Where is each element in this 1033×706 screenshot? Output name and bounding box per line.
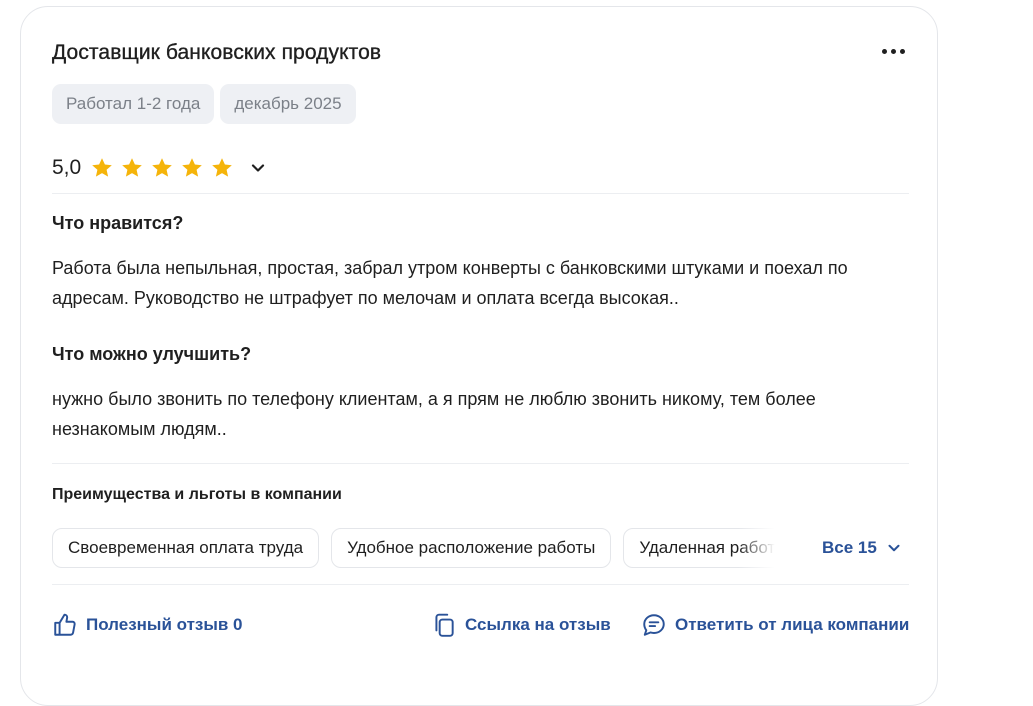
review-position-title: Доставщик банковских продуктов <box>52 41 382 64</box>
benefits-chips: Своевременная оплата труда Удобное распо… <box>52 528 778 568</box>
divider <box>52 584 909 585</box>
rating-value: 5,0 <box>52 156 82 179</box>
benefits-title: Преимущества и льготы в компании <box>52 486 342 503</box>
likes-title: Что нравится? <box>52 213 184 233</box>
star-icon <box>182 158 203 177</box>
benefit-chip[interactable]: Своевременная оплата труда <box>52 528 320 568</box>
star-icon <box>122 158 143 177</box>
review-link-button[interactable]: Ссылка на отзыв <box>431 611 611 639</box>
reply-as-company-label: Ответить от лица компании <box>675 615 910 634</box>
review-card: Доставщик банковских продуктов Работал 1… <box>20 6 938 706</box>
improve-title: Что можно улучшить? <box>52 344 252 364</box>
reply-as-company-button[interactable]: Ответить от лица компании <box>641 611 909 639</box>
benefit-chip[interactable]: Удобное расположение работы <box>331 528 612 568</box>
tag-review-date: декабрь 2025 <box>220 84 356 124</box>
review-link-label: Ссылка на отзыв <box>465 615 611 634</box>
more-options-button[interactable] <box>873 37 913 65</box>
all-benefits-label: Все 15 <box>822 538 877 557</box>
divider <box>52 463 909 464</box>
review-tags: Работал 1-2 года декабрь 2025 <box>52 84 356 124</box>
star-icon <box>92 158 113 177</box>
star-icon <box>212 158 233 177</box>
all-benefits-button[interactable]: Все 15 <box>822 535 903 561</box>
improve-text: нужно было звонить по телефону клиентам,… <box>52 389 816 439</box>
chevron-down-icon[interactable] <box>248 158 268 178</box>
copy-icon <box>435 613 454 637</box>
chat-bubble-icon <box>643 614 665 636</box>
likes-text: Работа была непыльная, простая, забрал у… <box>52 258 848 308</box>
helpful-review-button[interactable]: Полезный отзыв 0 <box>52 611 243 639</box>
benefit-chip[interactable]: Удаленная работа <box>623 528 778 568</box>
more-horizontal-icon <box>882 49 887 54</box>
divider <box>52 193 909 194</box>
rating-stars <box>90 156 234 180</box>
thumbs-up-icon <box>54 613 76 636</box>
star-icon <box>152 158 173 177</box>
tag-work-duration: Работал 1-2 года <box>52 84 215 124</box>
chevron-down-icon <box>888 544 900 552</box>
rating: 5,0 <box>52 152 268 184</box>
helpful-review-label: Полезный отзыв 0 <box>86 615 243 634</box>
